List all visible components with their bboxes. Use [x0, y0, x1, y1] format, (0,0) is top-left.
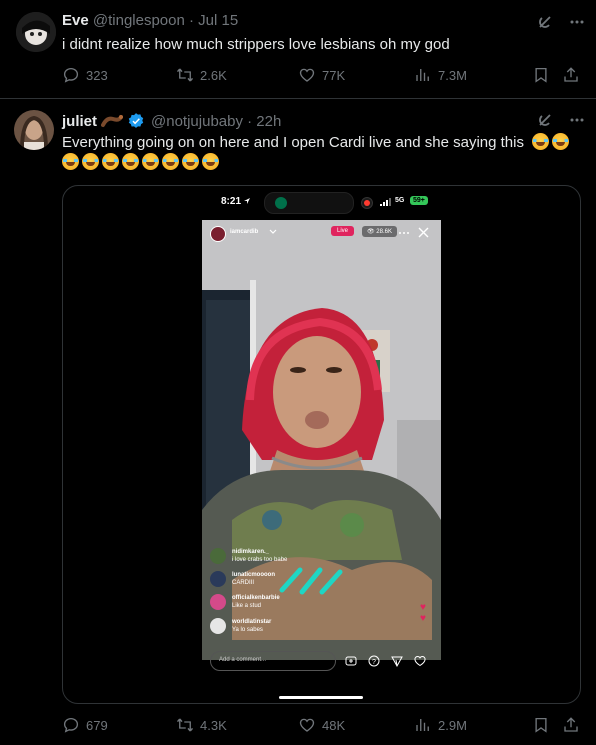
starbucks-icon: [275, 197, 287, 209]
tweet-text: i didnt realize how much strippers love …: [62, 36, 450, 53]
send-icon[interactable]: [391, 655, 403, 667]
laughing-emoji-icon: [102, 153, 119, 170]
reply-icon: [63, 67, 79, 83]
comment-text: Like a stud: [232, 603, 262, 609]
like-count: 48K: [322, 717, 346, 733]
views-icon: [416, 719, 429, 731]
tweet-text: Everything going on on here and I open C…: [62, 133, 582, 173]
live-header: iamcardib Live 👁 28.6K: [202, 220, 441, 250]
signal-icon: [380, 198, 391, 206]
more-icon[interactable]: [398, 231, 410, 235]
comment-user: nidimkaren._: [232, 549, 270, 555]
svg-text:?: ?: [372, 659, 376, 666]
views-icon: [416, 69, 429, 81]
comment-text: CARDIII: [232, 580, 255, 586]
laughing-emoji-icon: [122, 153, 139, 170]
grok-icon[interactable]: [537, 14, 553, 30]
more-icon[interactable]: [569, 14, 585, 30]
reply-button[interactable]: 679: [62, 716, 108, 734]
share-icon[interactable]: [562, 66, 580, 84]
question-icon[interactable]: ?: [368, 655, 380, 667]
laughing-emoji-icon: [552, 133, 570, 150]
view-count: 2.9M: [438, 717, 467, 733]
author-name[interactable]: Eve: [62, 12, 89, 29]
recording-indicator: [361, 197, 373, 209]
retweet-icon: [176, 718, 194, 732]
commenter-avatar: [210, 548, 226, 564]
retweet-button[interactable]: 2.6K: [176, 66, 227, 84]
tweet-text-body: Everything going on on here and I open C…: [62, 134, 524, 151]
commenter-avatar: [210, 594, 226, 610]
network-label: 5G: [395, 197, 405, 204]
floating-hearts: ♥ ♥: [420, 602, 426, 624]
avatar[interactable]: [14, 110, 54, 150]
retweet-button[interactable]: 4.3K: [176, 716, 227, 734]
bookmark-icon[interactable]: [532, 716, 550, 734]
streamer-avatar[interactable]: [210, 226, 226, 242]
tweet-eve[interactable]: Eve @tinglespoon · Jul 15 i didnt realiz…: [0, 0, 596, 98]
like-button[interactable]: 48K: [298, 716, 345, 734]
like-button[interactable]: 77K: [298, 66, 345, 84]
heart-icon[interactable]: [414, 655, 426, 667]
verified-icon: [128, 113, 144, 128]
clock: 8:21: [221, 196, 242, 207]
heart-icon: [299, 718, 315, 732]
location-icon: [244, 198, 250, 204]
share-icon[interactable]: [562, 716, 580, 734]
bookmark-icon[interactable]: [532, 66, 550, 84]
dynamic-island: [264, 192, 354, 214]
add-guest-icon[interactable]: [345, 655, 357, 667]
laughing-emoji-icon: [182, 153, 199, 170]
reply-count: 679: [86, 717, 108, 733]
live-bottom-bar: Add a comment... ?: [202, 651, 441, 703]
laughing-emoji-icon: [142, 153, 159, 170]
commenter-avatar: [210, 571, 226, 587]
battery-badge: 59+: [410, 196, 428, 205]
comment-user: worldlatinstar: [232, 619, 272, 625]
viewer-count-value: 28.6K: [376, 229, 392, 235]
nail-emoji-icon: [101, 115, 124, 127]
more-icon[interactable]: [569, 112, 585, 128]
avatar[interactable]: [16, 12, 56, 52]
views-button[interactable]: 2.9M: [414, 716, 467, 734]
phone-status-bar: 8:21 5G 59+: [202, 186, 441, 220]
retweet-count: 4.3K: [200, 717, 227, 733]
views-button[interactable]: 7.3M: [414, 66, 467, 84]
comment-text: i love crabs too babe: [232, 557, 288, 563]
live-badge: Live: [331, 226, 355, 236]
heart-icon: [299, 68, 315, 82]
reply-button[interactable]: 323: [62, 66, 108, 84]
author-name[interactable]: juliet: [62, 113, 97, 130]
like-count: 77K: [322, 67, 346, 83]
comment-input[interactable]: Add a comment...: [210, 651, 336, 671]
laughing-emoji-icon: [82, 153, 99, 170]
comment-placeholder: Add a comment...: [219, 657, 267, 663]
laughing-emoji-icon: [62, 153, 79, 170]
retweet-icon: [176, 68, 194, 82]
avatar-image: [14, 110, 54, 150]
phone-screen: 8:21 5G 59+ iamcardib Live 👁 28.6K nidim…: [202, 186, 441, 703]
laughing-emoji-icon: [162, 153, 179, 170]
reply-icon: [63, 717, 79, 733]
reply-count: 323: [86, 67, 108, 83]
comment-user: officialkenbarbie: [232, 595, 280, 601]
live-video-frame: iamcardib Live 👁 28.6K nidimkaren._i lov…: [202, 220, 441, 660]
author-handle[interactable]: @notjujubaby · 22h: [151, 113, 281, 130]
laughing-emoji-icon: [202, 153, 219, 170]
retweet-count: 2.6K: [200, 67, 227, 83]
viewer-count: 👁 28.6K: [362, 226, 397, 237]
video-player[interactable]: 8:21 5G 59+ iamcardib Live 👁 28.6K nidim…: [62, 185, 581, 704]
streamer-username[interactable]: iamcardib: [230, 229, 258, 235]
author-handle[interactable]: @tinglespoon · Jul 15: [93, 12, 238, 29]
laughing-emoji-icon: [532, 133, 550, 150]
home-indicator: [279, 696, 363, 699]
commenter-avatar: [210, 618, 226, 634]
avatar-image: [16, 12, 56, 52]
grok-icon[interactable]: [537, 112, 553, 128]
close-icon[interactable]: [418, 227, 429, 238]
comment-text: Ya lo sabes: [232, 627, 263, 633]
chevron-down-icon[interactable]: [269, 229, 277, 235]
view-count: 7.3M: [438, 67, 467, 83]
comment-user: lunaticmoooon: [232, 572, 275, 578]
